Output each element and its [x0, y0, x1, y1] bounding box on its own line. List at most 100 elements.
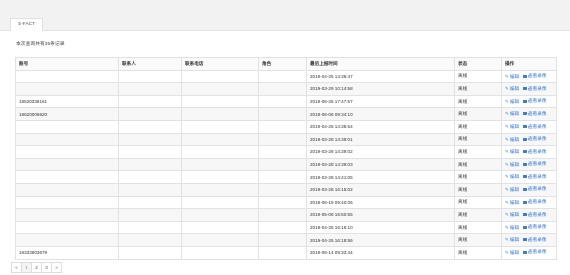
table-row[interactable]: 2019-03-29 10:14:58 离线 ✎ 编辑 查看录像 — [15, 82, 557, 96]
cell-account — [15, 69, 119, 84]
video-camera-icon — [523, 150, 529, 154]
table-row[interactable]: 2019-03-28 14:41:05 离线 ✎ 编辑 查看录像 — [15, 170, 557, 184]
cell-phone — [181, 220, 259, 235]
edit-link[interactable]: ✎ 编辑 — [505, 111, 519, 117]
view-video-link[interactable]: 查看录像 — [523, 237, 546, 243]
edit-label: 编辑 — [509, 86, 520, 92]
table-row[interactable]: 2019-04-25 14:38:54 离线 ✎ 编辑 查看录像 — [15, 119, 557, 134]
cell-role — [258, 145, 307, 159]
edit-label: 编辑 — [509, 174, 520, 180]
edit-link[interactable]: ✎ 编辑 — [505, 74, 519, 80]
table-row[interactable]: 2019-04-25 16:18:56 离线 ✎ 编辑 查看录像 — [15, 233, 557, 247]
view-video-link[interactable]: 查看录像 — [523, 174, 546, 180]
cell-actions: ✎ 编辑 查看录像 — [501, 245, 557, 260]
view-video-label: 查看录像 — [528, 73, 547, 79]
view-video-link[interactable]: 查看录像 — [523, 73, 546, 79]
cell-contact — [118, 132, 182, 147]
view-video-link[interactable]: 查看录像 — [523, 124, 546, 130]
cell-actions: ✎ 编辑 查看录像 — [501, 119, 557, 134]
edit-link[interactable]: ✎ 编辑 — [505, 250, 519, 256]
table-row[interactable]: 18333603679 2019-06-14 09:33:44 离线 ✎ 编辑 查看录像 — [15, 245, 557, 260]
cell-last-report: 2019-04-25 14:38:54 — [306, 119, 455, 134]
edit-link[interactable]: ✎ 编辑 — [505, 137, 519, 143]
edit-link[interactable]: ✎ 编辑 — [505, 174, 519, 180]
edit-link[interactable]: ✎ 编辑 — [505, 99, 519, 105]
cell-phone — [181, 170, 259, 184]
cell-actions: ✎ 编辑 查看录像 — [501, 208, 557, 222]
edit-link[interactable]: ✎ 编辑 — [505, 162, 519, 168]
view-video-link[interactable]: 查看录像 — [523, 199, 546, 205]
view-video-link[interactable]: 查看录像 — [523, 111, 546, 117]
cell-role — [258, 107, 307, 121]
pencil-icon: ✎ — [505, 98, 509, 104]
video-camera-icon — [523, 250, 529, 254]
view-video-label: 查看录像 — [528, 136, 547, 142]
edit-link[interactable]: ✎ 编辑 — [505, 225, 519, 231]
col-header-actions: 操作 — [501, 57, 557, 71]
view-video-link[interactable]: 查看录像 — [523, 161, 546, 167]
cell-phone — [181, 195, 259, 210]
view-video-link[interactable]: 查看录像 — [523, 86, 546, 92]
edit-link[interactable]: ✎ 编辑 — [505, 200, 519, 206]
cell-actions: ✎ 编辑 查看录像 — [501, 220, 557, 235]
table-row[interactable]: 18620006620 2019-06-06 09:34:10 离线 ✎ 编辑 查看录像 — [15, 107, 557, 121]
cell-status: 离线 — [454, 157, 502, 172]
view-video-label: 查看录像 — [528, 110, 547, 116]
view-video-link[interactable]: 查看录像 — [523, 186, 546, 192]
table-row[interactable]: 18520338161 2019-06-25 17:47:57 离线 ✎ 编辑 查看录像 — [15, 94, 557, 109]
table-row[interactable]: 2019-06-19 09:40:06 离线 ✎ 编辑 查看录像 — [15, 195, 557, 210]
col-header-status[interactable]: 状态 — [454, 57, 502, 71]
view-video-link[interactable]: 查看录像 — [523, 98, 546, 104]
cell-phone — [181, 145, 259, 159]
edit-link[interactable]: ✎ 编辑 — [505, 237, 519, 243]
col-header-phone[interactable]: 联系电话 — [181, 57, 259, 71]
cell-last-report: 2019-03-28 14:39:01 — [306, 132, 455, 147]
edit-label: 编辑 — [509, 249, 520, 255]
cell-last-report: 2019-06-06 09:34:10 — [306, 107, 455, 121]
cell-contact — [118, 208, 182, 222]
cell-status: 离线 — [454, 145, 502, 159]
cell-last-report: 2019-03-28 16:15:02 — [306, 182, 455, 197]
device-table: 账号 联系人 联系电话 角色 最后上报时间 状态 操作 2019-04-25 1… — [15, 57, 557, 260]
table-row[interactable]: 2019-03-28 14:39:01 离线 ✎ 编辑 查看录像 — [15, 132, 557, 147]
edit-link[interactable]: ✎ 编辑 — [505, 124, 519, 130]
edit-link[interactable]: ✎ 编辑 — [505, 149, 519, 155]
edit-label: 编辑 — [509, 124, 520, 130]
view-video-link[interactable]: 查看录像 — [523, 136, 546, 142]
table-row[interactable]: 2019-03-28 14:39:02 离线 ✎ 编辑 查看录像 — [15, 145, 557, 159]
cell-actions: ✎ 编辑 查看录像 — [501, 157, 557, 172]
table-row[interactable]: 2019-03-28 14:39:03 离线 ✎ 编辑 查看录像 — [15, 157, 557, 172]
table-row[interactable]: 2019-04-25 14:36:47 离线 ✎ 编辑 查看录像 — [15, 69, 557, 84]
col-header-role[interactable]: 角色 — [258, 57, 307, 71]
cell-contact — [118, 69, 182, 84]
cell-status: 离线 — [454, 208, 502, 222]
cell-account — [15, 208, 119, 222]
view-video-label: 查看录像 — [528, 236, 547, 242]
cell-phone — [181, 208, 259, 222]
view-video-label: 查看录像 — [528, 211, 547, 217]
table-row[interactable]: 2019-04-25 16:16:10 离线 ✎ 编辑 查看录像 — [15, 220, 557, 235]
edit-link[interactable]: ✎ 编辑 — [505, 187, 519, 193]
pencil-icon: ✎ — [505, 249, 509, 255]
edit-link[interactable]: ✎ 编辑 — [505, 86, 519, 92]
table-row[interactable]: 2019-05-06 16:50:55 离线 ✎ 编辑 查看录像 — [15, 208, 557, 222]
next-page-button[interactable]: » — [51, 262, 62, 273]
table-row[interactable]: 2019-03-28 16:15:02 离线 ✎ 编辑 查看录像 — [15, 182, 557, 197]
col-header-contact[interactable]: 联系人 — [118, 57, 182, 71]
video-camera-icon — [523, 175, 529, 179]
cell-actions: ✎ 编辑 查看录像 — [501, 182, 557, 197]
col-header-last-report[interactable]: 最后上报时间 — [306, 57, 455, 71]
view-video-link[interactable]: 查看录像 — [523, 224, 546, 230]
cell-last-report: 2019-05-06 16:50:55 — [306, 208, 455, 222]
cell-role — [258, 132, 307, 147]
cell-account: 18520338161 — [15, 94, 119, 109]
cell-actions: ✎ 编辑 查看录像 — [501, 69, 557, 84]
view-video-link[interactable]: 查看录像 — [523, 149, 546, 155]
view-video-label: 查看录像 — [528, 85, 547, 91]
col-header-account[interactable]: 账号 — [15, 57, 119, 71]
edit-link[interactable]: ✎ 编辑 — [505, 212, 519, 218]
tab-sfact[interactable]: S-FACT — [10, 18, 44, 31]
view-video-link[interactable]: 查看录像 — [523, 249, 546, 255]
view-video-link[interactable]: 查看录像 — [523, 212, 546, 218]
cell-contact — [118, 245, 182, 260]
